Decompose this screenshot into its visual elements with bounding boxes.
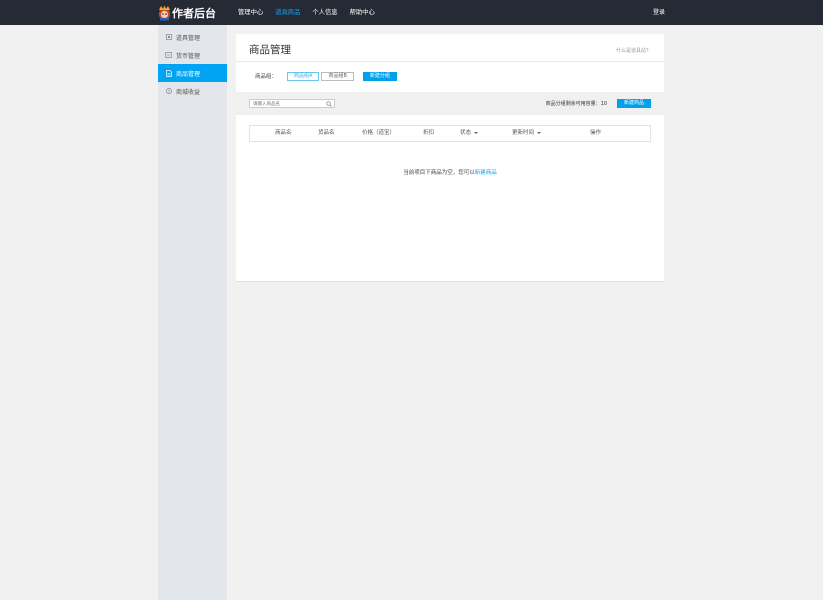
column-header-updated[interactable]: 更新时间 bbox=[512, 126, 542, 141]
toolbar: 商品分组剩余可用容量：10 新建商品 bbox=[236, 92, 664, 115]
column-header-status[interactable]: 状态 bbox=[460, 126, 479, 141]
column-header-product-name: 商品名 bbox=[275, 130, 292, 136]
sidebar: 道具管理 货币管理 商品管理 商城收益 bbox=[158, 25, 227, 600]
empty-state: 当前项目下商品为空，您可以新建商品 bbox=[236, 168, 664, 176]
sidebar-item-products[interactable]: 商品管理 bbox=[158, 64, 227, 82]
sidebar-item-revenue[interactable]: 商城收益 bbox=[158, 82, 227, 100]
group-chip-a[interactable]: 商品组A bbox=[287, 71, 320, 81]
column-header-label: 状态 bbox=[460, 130, 472, 136]
currency-card-icon bbox=[165, 52, 172, 59]
page-title: 商品管理 bbox=[249, 44, 291, 56]
sort-caret-icon bbox=[474, 131, 479, 134]
new-group-button[interactable]: 新建分组 bbox=[362, 71, 397, 81]
top-navbar: 作者后台 管理中心 道具商品 个人信息 帮助中心 登录 bbox=[0, 0, 823, 25]
sidebar-item-props[interactable]: 道具管理 bbox=[158, 28, 227, 46]
group-chip-b[interactable]: 商品组B bbox=[321, 71, 354, 81]
nav-item-management[interactable]: 管理中心 bbox=[238, 0, 263, 25]
group-selector: 商品组： 商品组A 商品组B 新建分组 bbox=[255, 71, 397, 81]
divider bbox=[236, 61, 664, 62]
document-icon bbox=[165, 69, 172, 77]
product-table: 商品名 货品名 价格（道宝） 折扣 状态 更新时间 操作 bbox=[249, 125, 651, 142]
sort-caret-icon bbox=[537, 131, 542, 134]
sidebar-item-label: 货币管理 bbox=[176, 52, 201, 60]
main-nav: 管理中心 道具商品 个人信息 帮助中心 bbox=[238, 0, 387, 25]
column-header-label: 更新时间 bbox=[512, 130, 535, 136]
new-item-button[interactable]: 新建商品 bbox=[617, 99, 651, 108]
sidebar-item-label: 商品管理 bbox=[176, 70, 201, 78]
nav-item-profile[interactable]: 个人信息 bbox=[312, 0, 337, 25]
quota-text: 商品分组剩余可用容量：10 bbox=[545, 101, 607, 107]
sidebar-item-label: 道具管理 bbox=[176, 34, 201, 42]
create-item-link[interactable]: 新建商品 bbox=[475, 170, 497, 176]
sidebar-item-label: 商城收益 bbox=[176, 88, 201, 96]
help-link[interactable]: 什么是道具站？ bbox=[616, 47, 651, 54]
logo[interactable]: 作者后台 bbox=[158, 3, 216, 22]
mascot-logo-icon bbox=[158, 5, 171, 21]
sidebar-item-currency[interactable]: 货币管理 bbox=[158, 46, 227, 64]
coin-icon bbox=[165, 88, 172, 95]
search-icon[interactable] bbox=[326, 101, 332, 107]
main-panel: 商品管理 什么是道具站？ 商品组： 商品组A 商品组B 新建分组 商品分组剩余可… bbox=[236, 34, 664, 282]
search-box bbox=[249, 99, 335, 108]
nav-item-help[interactable]: 帮助中心 bbox=[350, 0, 375, 25]
box-icon bbox=[165, 34, 172, 41]
group-label: 商品组： bbox=[255, 74, 278, 80]
column-header-actions: 操作 bbox=[590, 130, 602, 136]
empty-state-message: 当前项目下商品为空，您可以 bbox=[403, 170, 475, 176]
column-header-price: 价格（道宝） bbox=[362, 130, 396, 136]
column-header-discount: 折扣 bbox=[423, 130, 435, 136]
login-link[interactable]: 登录 bbox=[653, 0, 665, 25]
search-input[interactable] bbox=[250, 101, 324, 108]
column-header-goods-name: 货品名 bbox=[318, 130, 335, 136]
logo-text: 作者后台 bbox=[172, 6, 216, 20]
table-header: 商品名 货品名 价格（道宝） 折扣 状态 更新时间 操作 bbox=[249, 125, 651, 142]
nav-item-items[interactable]: 道具商品 bbox=[275, 0, 300, 25]
